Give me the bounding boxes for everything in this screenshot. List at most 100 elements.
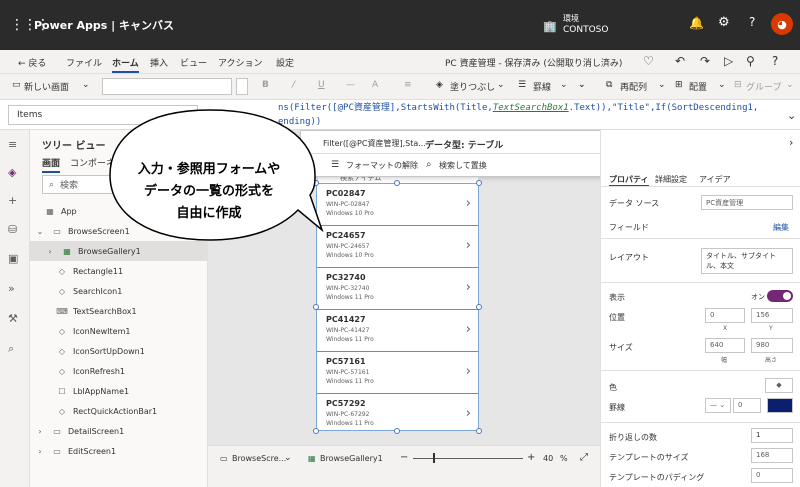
gallery-item[interactable]: PC24657 WIN-PC-24657 Windows 10 Pro › [317, 226, 478, 268]
panel-collapse-icon[interactable]: › [789, 136, 793, 149]
remove-format-button[interactable]: フォーマットの解除 [346, 160, 418, 171]
back-button[interactable]: ← 戻る [18, 56, 46, 69]
menu-insert[interactable]: 挿入 [150, 56, 168, 69]
text-align-icon[interactable]: ≡ [404, 80, 412, 90]
help-icon[interactable]: ? [749, 15, 755, 29]
more-chevron-icon[interactable]: ⌄ [578, 80, 586, 90]
visible-toggle[interactable] [767, 290, 793, 302]
fill-chevron-icon[interactable]: ⌄ [497, 80, 505, 90]
zoom-slider-track[interactable] [413, 458, 523, 459]
notification-icon[interactable]: 🔔 [689, 16, 704, 30]
menu-settings[interactable]: 設定 [276, 56, 294, 69]
chevron-right-icon[interactable]: › [466, 280, 471, 295]
font-color-icon[interactable]: A [372, 80, 378, 90]
resize-handle[interactable] [476, 180, 482, 186]
redo-icon[interactable]: ↷ [700, 54, 710, 68]
layout-select[interactable]: タイトル、サブタイトル、本文 [701, 248, 793, 274]
width-input[interactable]: 640 [705, 338, 745, 353]
template-padding-input[interactable]: 0 [751, 468, 793, 483]
media-icon[interactable]: ▣ [8, 252, 18, 265]
position-x-input[interactable]: 0 [705, 308, 745, 323]
chevron-right-icon[interactable]: › [44, 247, 56, 256]
status-screen-select[interactable]: BrowseScre... [232, 454, 286, 463]
gallery-item[interactable]: PC32740 WIN-PC-32740 Windows 11 Pro › [317, 268, 478, 310]
app-checker-icon[interactable]: ♡ [643, 54, 654, 68]
share-icon[interactable]: ⚲ [746, 54, 755, 68]
power-automate-icon[interactable]: » [8, 282, 15, 295]
gallery-item[interactable]: PC02847 WIN-PC-02847 Windows 10 Pro › [317, 184, 478, 226]
gallery-item[interactable]: PC41427 WIN-PC-41427 Windows 11 Pro › [317, 310, 478, 352]
reorder-button[interactable]: 再配列 [620, 80, 647, 93]
environment-name[interactable]: CONTOSO [563, 25, 608, 35]
group-button[interactable]: グループ [746, 80, 781, 93]
chevron-down-icon[interactable]: ⌄ [284, 453, 292, 463]
template-size-input[interactable]: 168 [751, 448, 793, 463]
gallery-item[interactable]: PC57161 WIN-PC-57161 Windows 11 Pro › [317, 352, 478, 394]
zoom-slider-thumb[interactable] [433, 453, 435, 463]
resize-handle[interactable] [313, 428, 319, 434]
menu-view[interactable]: ビュー [180, 56, 207, 69]
fill-button[interactable]: 塗りつぶし [450, 80, 495, 93]
resize-handle[interactable] [476, 304, 482, 310]
play-icon[interactable]: ▷ [724, 54, 733, 68]
chevron-down-icon[interactable]: ⌄ [34, 227, 46, 236]
tree-item-editscreen[interactable]: › ▭ EditScreen1 [30, 441, 208, 461]
underline-icon[interactable]: U [318, 80, 325, 90]
border-style-select[interactable]: — ⌄ [705, 398, 731, 413]
border-chevron-icon[interactable]: ⌄ [560, 80, 568, 90]
border-button[interactable]: 罫線 [533, 80, 551, 93]
menu-action[interactable]: アクション [218, 56, 263, 69]
tree-item-lblappname[interactable]: ☐ LblAppName1 [30, 381, 208, 401]
tree-item-rectangle[interactable]: ◇ Rectangle11 [30, 261, 208, 281]
undo-icon[interactable]: ↶ [675, 54, 685, 68]
tree-item-rectquickactionbar[interactable]: ◇ RectQuickActionBar1 [30, 401, 208, 421]
datasource-select[interactable]: PC資産管理 [701, 195, 793, 210]
chevron-right-icon[interactable]: › [466, 406, 471, 421]
search-rail-icon[interactable]: ⌕ [8, 342, 14, 356]
zoom-out-icon[interactable]: − [400, 452, 408, 463]
chevron-right-icon[interactable]: › [466, 196, 471, 211]
resize-handle[interactable] [394, 428, 400, 434]
strike-icon[interactable]: — [346, 80, 355, 90]
gallery-item[interactable]: PC57292 WIN-PC-67292 Windows 11 Pro › [317, 394, 478, 430]
chevron-right-icon[interactable]: › [34, 447, 46, 456]
resize-handle[interactable] [394, 180, 400, 186]
chevron-right-icon[interactable]: › [466, 238, 471, 253]
menu-file[interactable]: ファイル [66, 56, 102, 69]
insert-plus-icon[interactable]: + [8, 194, 17, 207]
find-replace-button[interactable]: 検索して置換 [439, 160, 487, 171]
position-y-input[interactable]: 156 [751, 308, 793, 323]
fit-window-icon[interactable]: ⤢ [580, 452, 588, 463]
advanced-tools-icon[interactable]: ⚒ [8, 312, 18, 325]
hamburger-icon[interactable]: ≡ [8, 138, 17, 151]
layers-icon[interactable]: ◈ [8, 166, 16, 179]
settings-gear-icon[interactable]: ⚙ [718, 15, 730, 30]
bold-icon[interactable]: B [262, 80, 269, 90]
formula-input[interactable]: ns(Filter([@PC資産管理],StartsWith(Title,Tex… [278, 101, 768, 129]
tree-item-detailscreen[interactable]: › ▭ DetailScreen1 [30, 421, 208, 441]
user-avatar[interactable]: ◕ [771, 13, 793, 35]
data-icon[interactable]: ⛁ [8, 223, 17, 236]
group-chevron-icon[interactable]: ⌄ [786, 80, 794, 90]
fields-edit-link[interactable]: 編集 [773, 222, 789, 233]
menu-home[interactable]: ホーム [112, 56, 139, 73]
align-button[interactable]: 配置 [689, 80, 707, 93]
align-chevron-icon[interactable]: ⌄ [718, 80, 726, 90]
chevron-right-icon[interactable]: › [466, 322, 471, 337]
tab-ideas[interactable]: アイデア [699, 174, 731, 185]
chevron-right-icon[interactable]: › [34, 427, 46, 436]
border-width-input[interactable]: 0 [733, 398, 761, 413]
status-control-select[interactable]: BrowseGallery1 [320, 454, 383, 463]
italic-icon[interactable]: / [292, 80, 295, 90]
resize-handle[interactable] [476, 428, 482, 434]
tab-screens[interactable]: 画面 [42, 156, 61, 173]
tree-item-searchicon[interactable]: ◇ SearchIcon1 [30, 281, 208, 301]
tree-item-iconrefresh[interactable]: ◇ IconRefresh1 [30, 361, 208, 381]
chevron-right-icon[interactable]: › [466, 364, 471, 379]
border-color-swatch[interactable] [767, 398, 793, 413]
wrap-count-input[interactable]: 1 [751, 428, 793, 443]
resize-handle[interactable] [313, 304, 319, 310]
new-screen-button[interactable]: 新しい画面 [24, 80, 69, 93]
formula-expand-chevron-icon[interactable]: ⌄ [787, 109, 796, 122]
zoom-in-icon[interactable]: + [527, 452, 535, 463]
